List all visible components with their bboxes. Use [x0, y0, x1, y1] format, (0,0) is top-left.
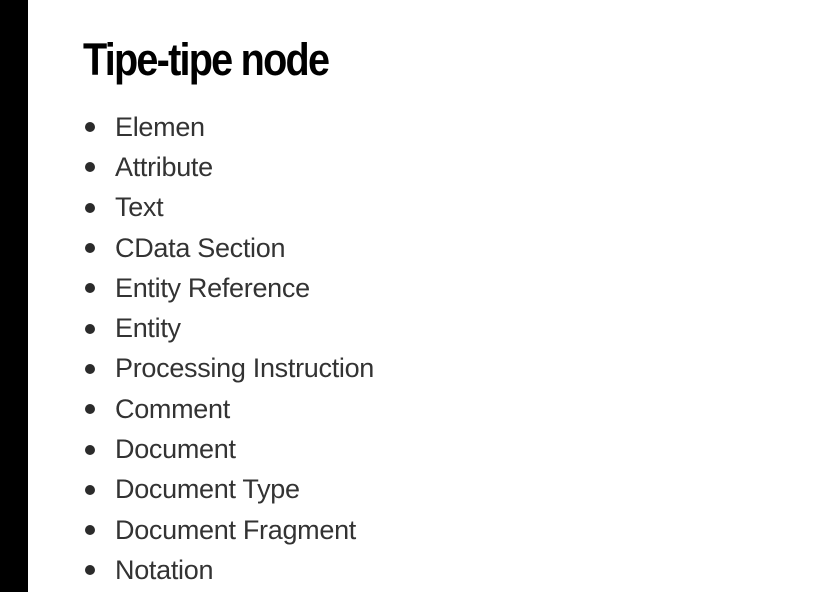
bullet-icon: [85, 323, 95, 334]
list-item-label: CData Section: [115, 232, 286, 263]
list-item: Entity: [85, 308, 374, 348]
bullet-icon: [85, 122, 95, 133]
slide-title: Tipe-tipe node: [83, 34, 330, 85]
bullet-icon: [85, 484, 95, 495]
bullet-icon: [85, 202, 95, 213]
list-item-label: Entity: [115, 313, 181, 344]
list-item-label: Attribute: [115, 151, 213, 182]
list-item-label: Text: [115, 192, 164, 223]
list-item-label: Entity Reference: [115, 272, 310, 303]
list-item: Attribute: [85, 147, 374, 187]
list-item: Elemen: [85, 107, 374, 147]
list-item-label: Document: [115, 434, 236, 465]
list-item: Document: [85, 429, 374, 469]
list-item: CData Section: [85, 228, 374, 268]
list-item: Processing Instruction: [85, 349, 374, 389]
list-item-label: Notation: [115, 554, 214, 585]
left-black-border: [0, 0, 28, 592]
node-types-list: Elemen Attribute Text CData Section Enti…: [85, 107, 374, 591]
list-item: Text: [85, 188, 374, 228]
bullet-icon: [85, 243, 95, 254]
list-item: Document Fragment: [85, 510, 374, 550]
list-item: Document Type: [85, 470, 374, 510]
bullet-icon: [85, 162, 95, 173]
list-item-label: Elemen: [115, 111, 205, 142]
bullet-icon: [85, 283, 95, 294]
bullet-icon: [85, 525, 95, 536]
list-item: Notation: [85, 550, 374, 590]
list-item: Entity Reference: [85, 268, 374, 308]
bullet-icon: [85, 444, 95, 455]
list-item-label: Document Fragment: [115, 514, 356, 545]
list-item: Comment: [85, 389, 374, 429]
video-frame: Tipe-tipe node Elemen Attribute Text CDa…: [0, 0, 819, 592]
list-item-label: Document Type: [115, 474, 300, 505]
bullet-icon: [85, 404, 95, 415]
bullet-icon: [85, 363, 95, 374]
list-item-label: Comment: [115, 393, 230, 424]
list-item-label: Processing Instruction: [115, 353, 375, 384]
presentation-slide: Tipe-tipe node Elemen Attribute Text CDa…: [28, 0, 819, 592]
bullet-icon: [85, 565, 95, 576]
